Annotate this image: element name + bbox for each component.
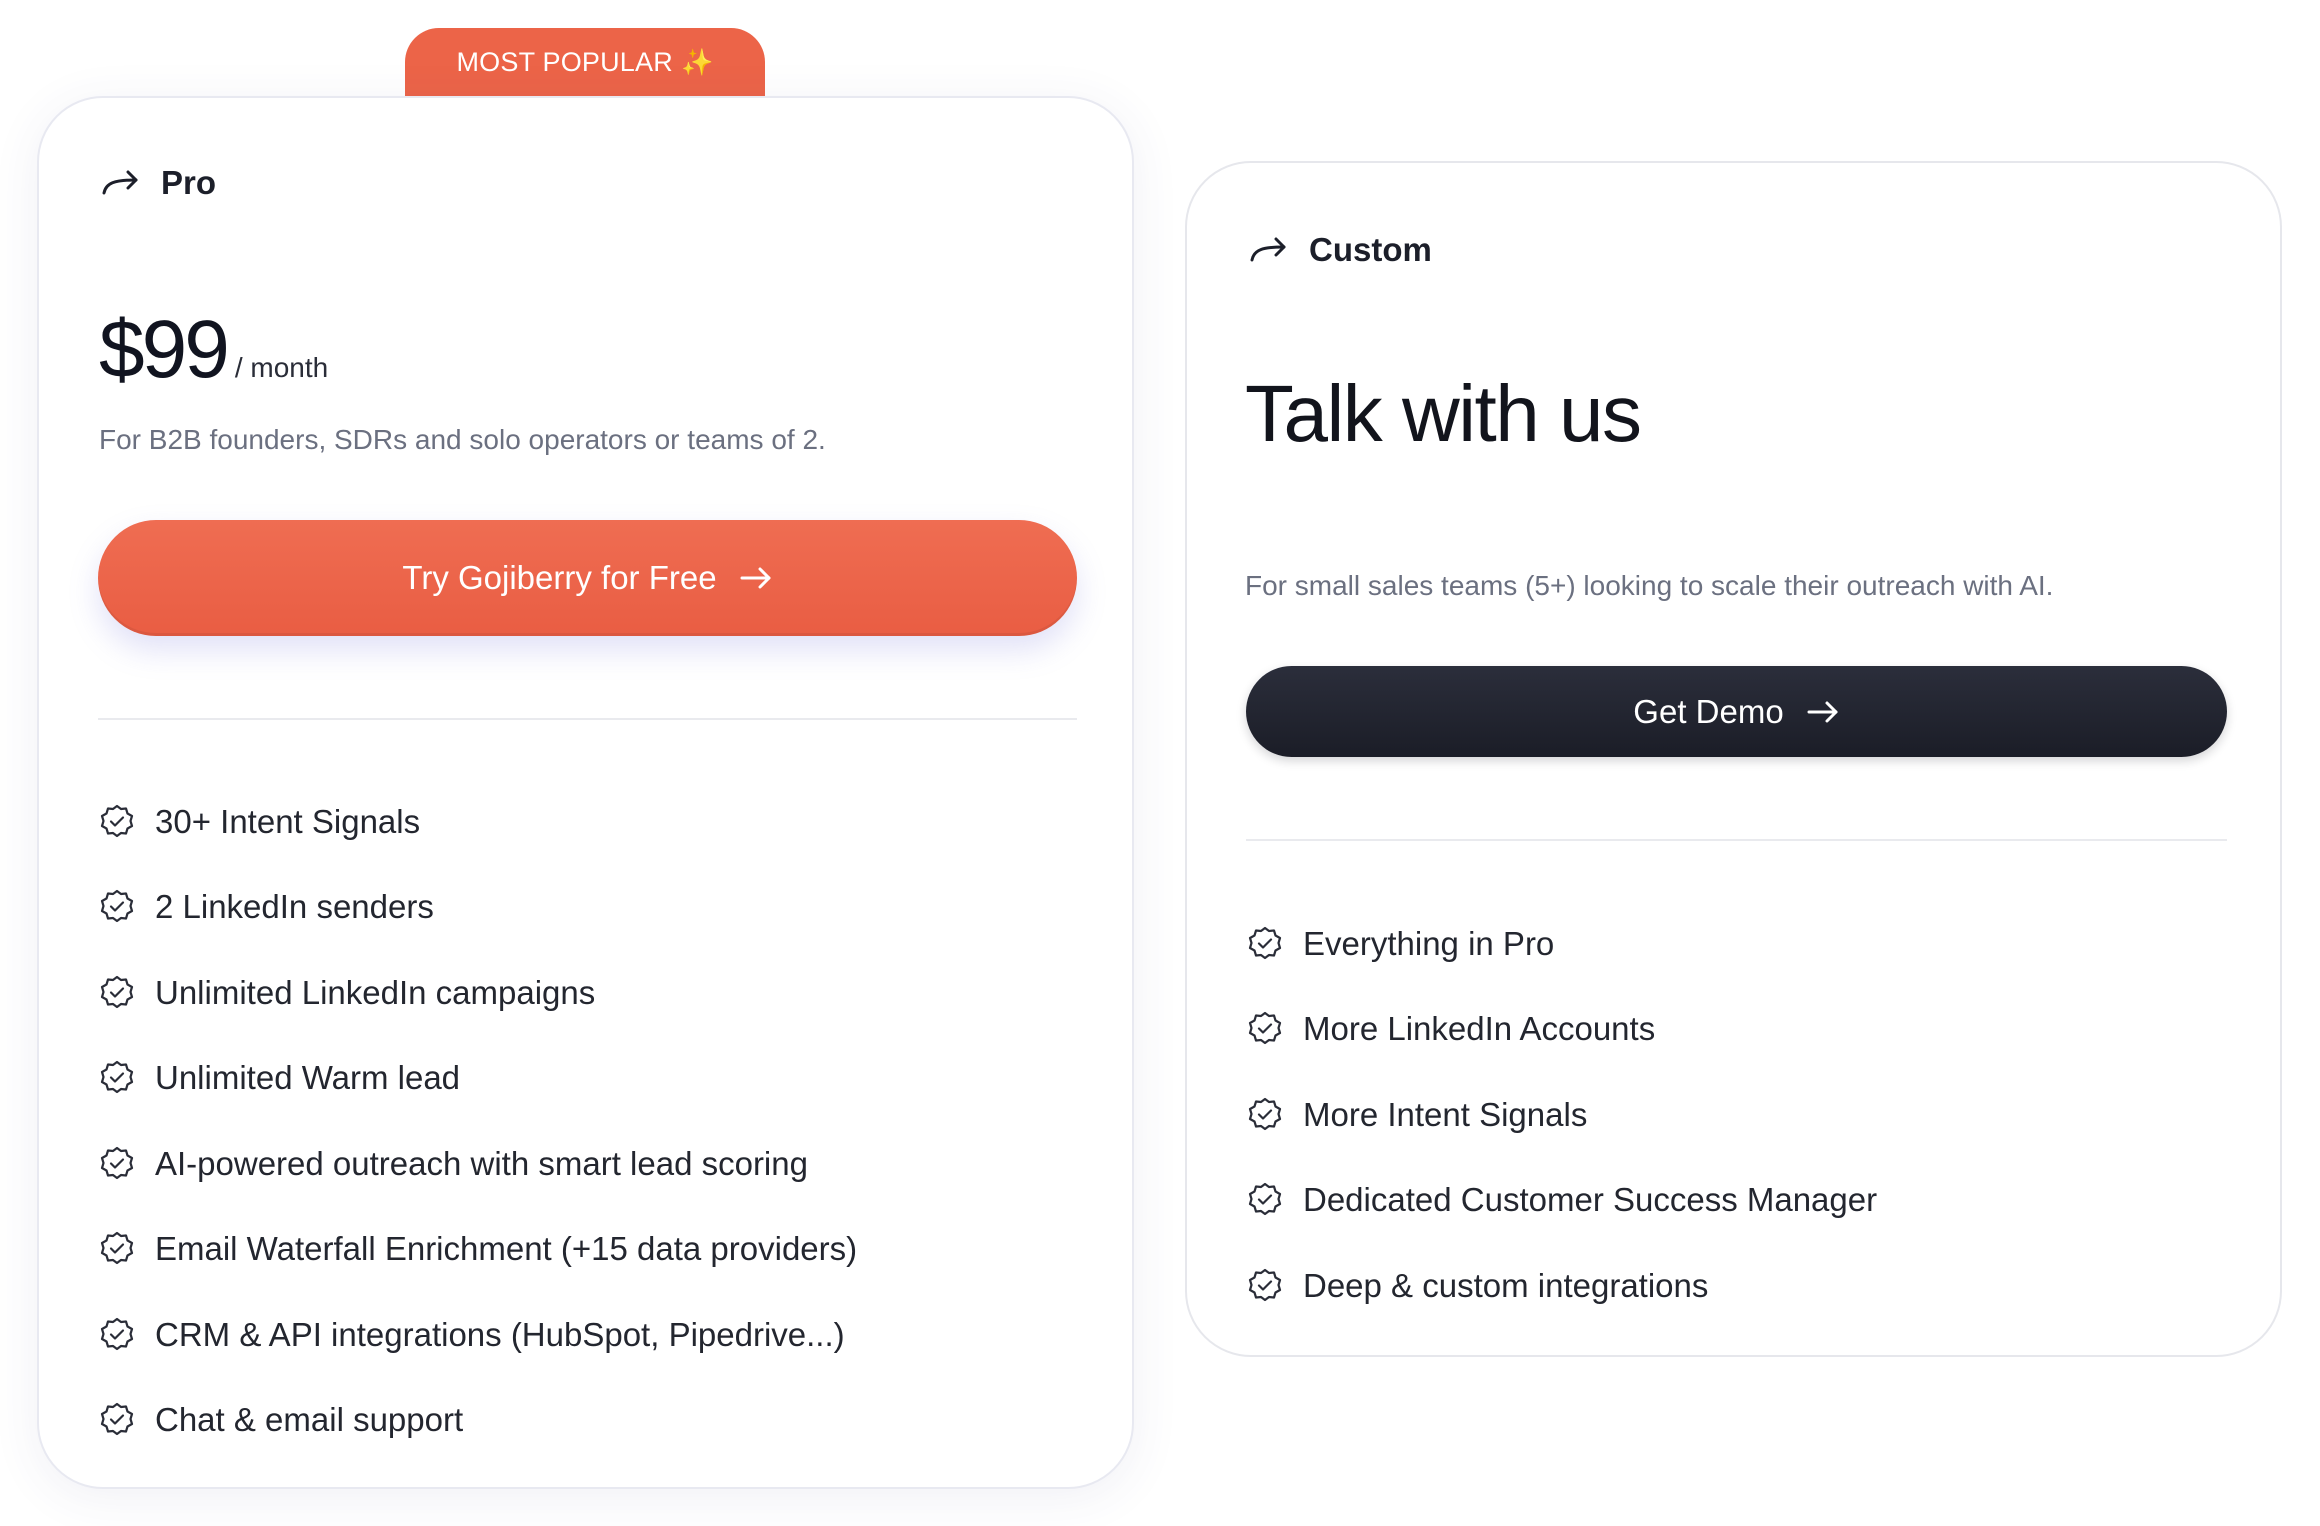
feature-label: CRM & API integrations (HubSpot, Pipedri…: [155, 1315, 845, 1353]
feature-label: Chat & email support: [155, 1401, 464, 1439]
feature-label: Everything in Pro: [1303, 924, 1555, 962]
feature-label: 2 LinkedIn senders: [155, 888, 434, 926]
plan-description: For B2B founders, SDRs and solo operator…: [99, 424, 826, 455]
feature-label: Unlimited LinkedIn campaigns: [155, 973, 596, 1011]
feature-item: Deep & custom integrations: [1246, 1243, 1877, 1329]
price-amount: $99: [99, 304, 230, 395]
feature-item: Everything in Pro: [1246, 901, 1877, 987]
arrow-forward-icon: [1250, 237, 1286, 262]
get-demo-label: Get Demo: [1633, 692, 1784, 730]
arrow-right-icon: [1807, 701, 1838, 722]
badge-check-icon: [1248, 1268, 1282, 1301]
feature-item: Chat & email support: [98, 1378, 857, 1464]
custom-plan-card: Custom Talk with us For small sales team…: [1185, 161, 2282, 1357]
feature-item: Dedicated Customer Success Manager: [1246, 1158, 1877, 1244]
badge-check-icon: [100, 804, 134, 837]
plan-description: For small sales teams (5+) looking to sc…: [1245, 570, 2054, 601]
try-free-label: Try Gojiberry for Free: [402, 559, 717, 596]
badge-check-icon: [100, 890, 134, 923]
custom-headline: Talk with us: [1245, 369, 1642, 458]
feature-item: CRM & API integrations (HubSpot, Pipedri…: [98, 1292, 857, 1378]
arrow-forward-icon: [102, 170, 138, 195]
feature-label: 30+ Intent Signals: [155, 802, 421, 840]
feature-item: 30+ Intent Signals: [98, 779, 857, 865]
feature-label: Email Waterfall Enrichment (+15 data pro…: [155, 1230, 858, 1268]
plan-name: Custom: [1309, 231, 1432, 268]
badge-check-icon: [1248, 1183, 1282, 1216]
pro-plan-card: Pro $99 / month For B2B founders, SDRs a…: [37, 96, 1134, 1489]
feature-item: Email Waterfall Enrichment (+15 data pro…: [98, 1207, 857, 1293]
badge-check-icon: [100, 1061, 134, 1094]
feature-item: Unlimited Warm lead: [98, 1036, 857, 1122]
price: $99 / month: [99, 303, 328, 397]
custom-feature-list: Everything in Pro More LinkedIn Accounts…: [1246, 901, 1877, 1329]
most-popular-badge: MOST POPULAR ✨: [405, 28, 765, 96]
badge-check-icon: [1248, 926, 1282, 959]
try-free-button[interactable]: Try Gojiberry for Free: [98, 520, 1077, 636]
feature-label: AI-powered outreach with smart lead scor…: [155, 1144, 808, 1182]
feature-label: More Intent Signals: [1303, 1095, 1588, 1133]
arrow-right-icon: [740, 567, 771, 589]
badge-check-icon: [100, 1146, 134, 1179]
feature-label: Dedicated Customer Success Manager: [1303, 1181, 1878, 1219]
pro-feature-list: 30+ Intent Signals 2 LinkedIn senders Un…: [98, 779, 857, 1463]
divider: [1246, 839, 2227, 841]
get-demo-button[interactable]: Get Demo: [1246, 666, 2227, 757]
divider: [98, 718, 1077, 720]
feature-item: 2 LinkedIn senders: [98, 865, 857, 951]
badge-check-icon: [100, 975, 134, 1008]
feature-label: Unlimited Warm lead: [155, 1059, 461, 1097]
feature-item: More Intent Signals: [1246, 1072, 1877, 1158]
feature-item: Unlimited LinkedIn campaigns: [98, 950, 857, 1036]
custom-plan-header: Custom: [1248, 231, 1432, 269]
feature-label: Deep & custom integrations: [1303, 1266, 1709, 1304]
feature-label: More LinkedIn Accounts: [1303, 1010, 1656, 1048]
badge-label: MOST POPULAR: [456, 46, 673, 77]
sparkle-icon: ✨: [680, 46, 714, 77]
feature-item: AI-powered outreach with smart lead scor…: [98, 1121, 857, 1207]
pro-plan-header: Pro: [100, 164, 216, 202]
badge-check-icon: [1248, 1012, 1282, 1045]
badge-check-icon: [100, 1403, 134, 1436]
badge-check-icon: [100, 1232, 134, 1265]
feature-item: More LinkedIn Accounts: [1246, 987, 1877, 1073]
price-period: / month: [234, 352, 329, 383]
badge-check-icon: [100, 1317, 134, 1350]
plan-name: Pro: [161, 164, 217, 201]
badge-check-icon: [1248, 1097, 1282, 1130]
